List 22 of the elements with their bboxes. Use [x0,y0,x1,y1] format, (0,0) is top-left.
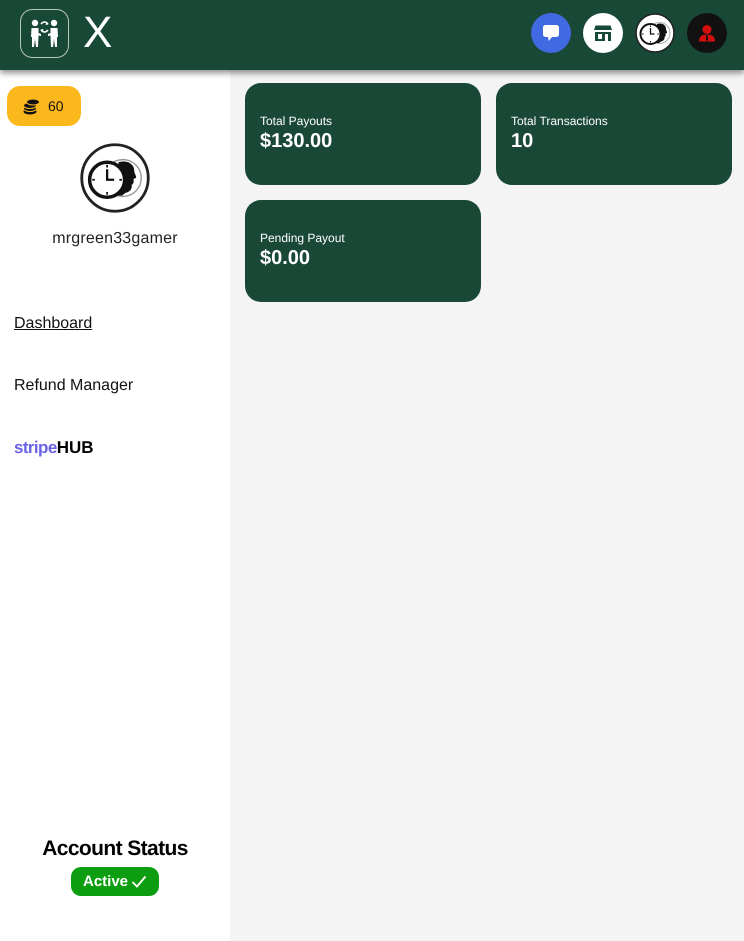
app-title: X [83,9,112,57]
nav-link[interactable]: Dashboard [14,314,92,333]
chat-icon[interactable] [531,13,571,53]
person-icon[interactable] [687,13,727,53]
status-text: Active [82,873,128,890]
nav-link[interactable]: Refund Manager [14,376,134,395]
stat-value: $130.00 [260,129,334,154]
account-status-title: Account Status [42,836,188,862]
check-icon [131,875,148,888]
stripe-hub-link[interactable]: stripeHUB [14,438,94,457]
stat-value: 10 [511,129,534,154]
coin-count: 60 [48,98,64,114]
clock-avatar-icon[interactable] [635,13,675,53]
stat-label: Pending Payout [260,231,346,246]
username: mrgreen33gamer [52,230,178,248]
stat-value: $0.00 [260,246,312,271]
people-exchange-icon[interactable] [20,8,69,58]
stat-label: Total Payouts [260,114,334,129]
coins-icon [22,98,40,114]
store-icon[interactable] [583,13,623,53]
stat-label: Total Transactions [511,114,609,129]
clock-avatar-icon [80,143,150,213]
